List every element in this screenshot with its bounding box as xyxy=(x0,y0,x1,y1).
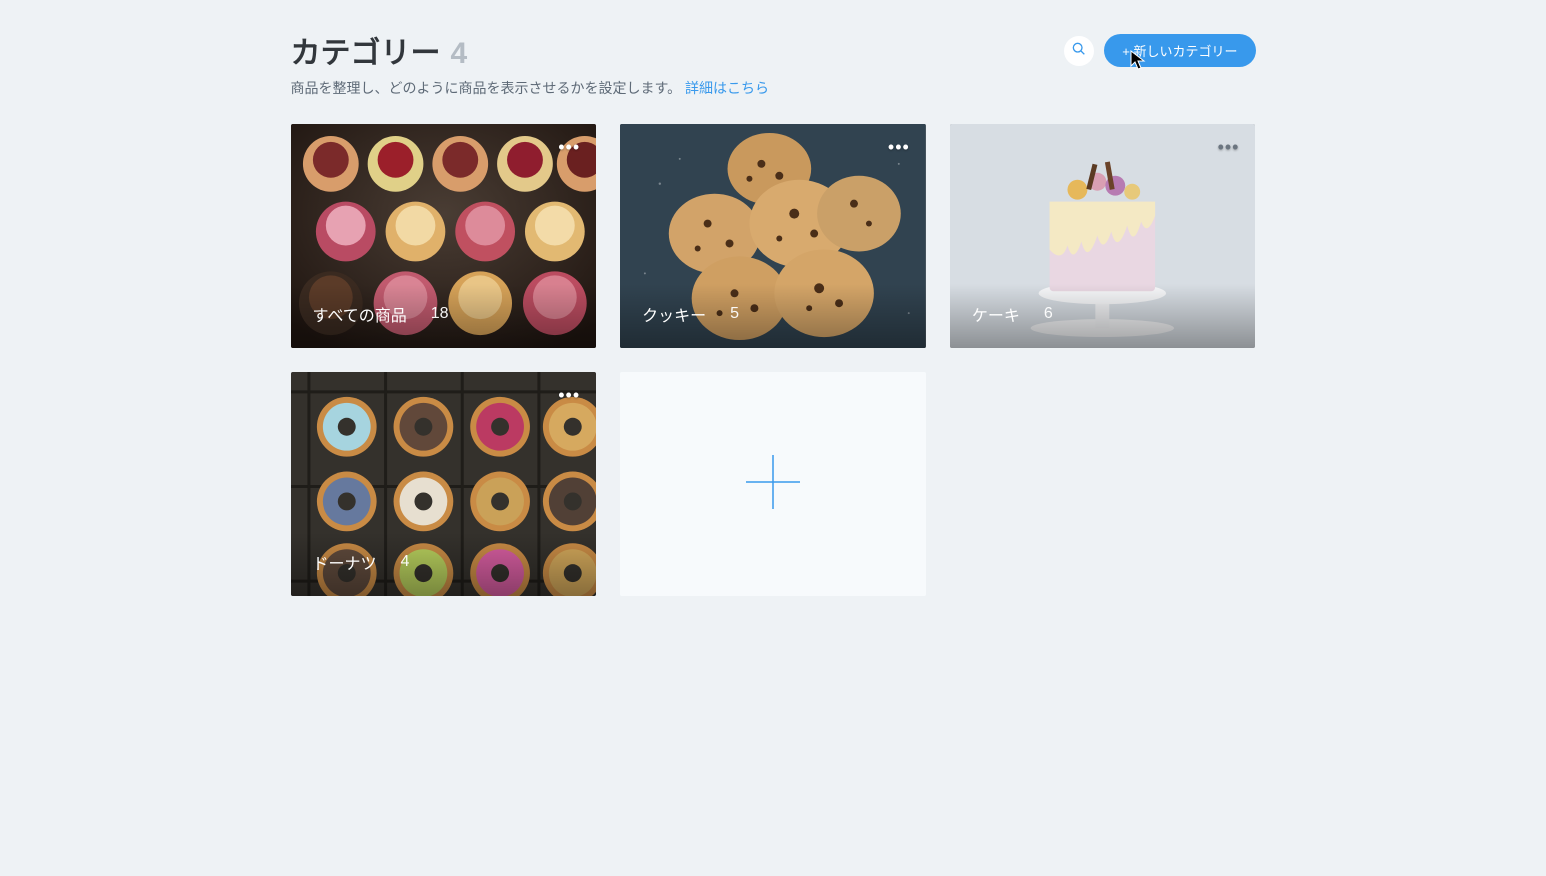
category-card-cookies[interactable]: ••• クッキー 5 xyxy=(620,124,926,348)
search-button[interactable] xyxy=(1064,36,1094,66)
category-name: すべての商品 xyxy=(313,302,407,326)
more-icon: ••• xyxy=(1218,137,1240,157)
category-name: ケーキ xyxy=(972,302,1020,326)
card-more-button[interactable]: ••• xyxy=(558,386,580,404)
more-icon: ••• xyxy=(558,137,580,157)
add-category-card[interactable] xyxy=(620,372,926,596)
page-subtitle: 商品を整理し、どのように商品を表示させるかを設定します。 詳細はこちら xyxy=(291,78,770,98)
subtitle-text: 商品を整理し、どのように商品を表示させるかを設定します。 xyxy=(291,80,682,96)
more-icon: ••• xyxy=(558,385,580,405)
learn-more-link[interactable]: 詳細はこちら xyxy=(685,80,769,96)
category-card-donuts[interactable]: ••• ドーナツ 4 xyxy=(291,372,597,596)
category-card-cake[interactable]: ••• ケーキ 6 xyxy=(950,124,1256,348)
card-more-button[interactable]: ••• xyxy=(888,138,910,156)
page-title: カテゴリー xyxy=(291,28,441,72)
search-icon xyxy=(1071,41,1087,60)
category-name: クッキー xyxy=(642,302,706,326)
plus-icon xyxy=(742,451,804,518)
card-more-button[interactable]: ••• xyxy=(1218,138,1240,156)
category-count: 4 xyxy=(451,37,468,71)
category-card-all[interactable]: ••• すべての商品 18 xyxy=(291,124,597,348)
category-item-count: 18 xyxy=(431,305,449,323)
new-category-label: + 新しいカテゴリー xyxy=(1122,41,1237,60)
category-item-count: 4 xyxy=(401,553,410,571)
category-item-count: 5 xyxy=(730,305,739,323)
category-name: ドーナツ xyxy=(313,550,377,574)
card-more-button[interactable]: ••• xyxy=(558,138,580,156)
more-icon: ••• xyxy=(888,137,910,157)
new-category-button[interactable]: + 新しいカテゴリー xyxy=(1104,34,1255,67)
category-item-count: 6 xyxy=(1044,305,1053,323)
